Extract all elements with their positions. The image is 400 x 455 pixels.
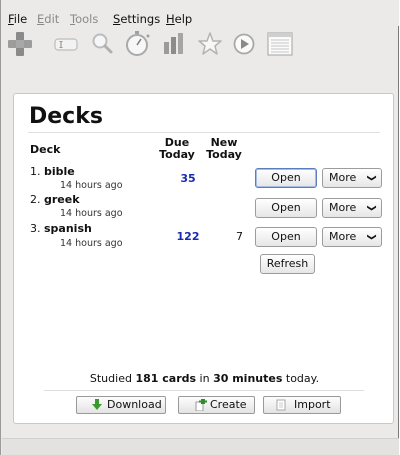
edit-icon[interactable] <box>50 28 82 60</box>
deck-row-1-due: 35 <box>180 172 196 185</box>
column-header-due: Due Today <box>159 136 195 161</box>
open-button[interactable]: Open <box>255 168 317 188</box>
deck-row-3-new: 7 <box>236 230 243 243</box>
deck-row-3-due: 122 <box>176 230 200 243</box>
deck-row-3-name[interactable]: 3. spanish <box>30 223 92 235</box>
main-window: File Edit Tools Settings Help Decks Deck… <box>0 0 399 455</box>
list-icon[interactable] <box>264 28 296 60</box>
toolbar <box>2 26 399 66</box>
import-button[interactable]: Import <box>263 396 341 414</box>
timer-icon[interactable] <box>122 28 154 60</box>
download-icon <box>92 399 102 410</box>
refresh-button[interactable]: Refresh <box>260 254 315 274</box>
title-divider <box>28 132 380 133</box>
play-icon[interactable] <box>228 28 260 60</box>
menu-bar: File Edit Tools Settings Help <box>2 0 399 26</box>
deck-row-2-last-studied: 14 hours ago <box>60 208 123 219</box>
study-stats: Studied 181 cards in 30 minutes today. <box>89 372 320 385</box>
menu-settings[interactable]: Settings <box>113 13 160 26</box>
menu-tools[interactable]: Tools <box>70 13 98 26</box>
create-deck-icon <box>195 399 207 411</box>
deck-row-1-last-studied: 14 hours ago <box>60 180 123 191</box>
chevron-down-icon: ❮ <box>367 233 378 241</box>
deck-row-2-name[interactable]: 2. greek <box>30 194 80 206</box>
stats-divider <box>44 390 364 391</box>
more-dropdown[interactable]: More ❮ <box>322 198 382 218</box>
open-button[interactable]: Open <box>255 227 317 247</box>
deck-row-1-name[interactable]: 1. bible <box>30 166 75 178</box>
download-button[interactable]: Download <box>76 396 166 414</box>
search-icon[interactable] <box>86 28 118 60</box>
chevron-down-icon: ❮ <box>367 204 378 212</box>
status-bar <box>2 438 399 455</box>
menu-help[interactable]: Help <box>166 13 192 26</box>
star-icon[interactable] <box>194 28 226 60</box>
open-button[interactable]: Open <box>255 198 317 218</box>
deck-row-3-last-studied: 14 hours ago <box>60 238 123 249</box>
more-dropdown[interactable]: More ❮ <box>322 168 382 188</box>
menu-file[interactable]: File <box>8 13 27 26</box>
create-button[interactable]: Create <box>178 396 255 414</box>
column-header-deck: Deck <box>30 143 61 156</box>
chevron-down-icon: ❮ <box>367 174 378 182</box>
page-title: Decks <box>29 104 103 129</box>
graphs-icon[interactable] <box>158 28 190 60</box>
import-icon <box>276 399 286 411</box>
more-dropdown[interactable]: More ❮ <box>322 227 382 247</box>
column-header-new: New Today <box>206 136 242 161</box>
add-cards-icon[interactable] <box>4 28 36 60</box>
menu-edit[interactable]: Edit <box>37 13 59 26</box>
deck-browser-panel: Decks Deck Due Today New Today 1. bible … <box>13 93 394 424</box>
